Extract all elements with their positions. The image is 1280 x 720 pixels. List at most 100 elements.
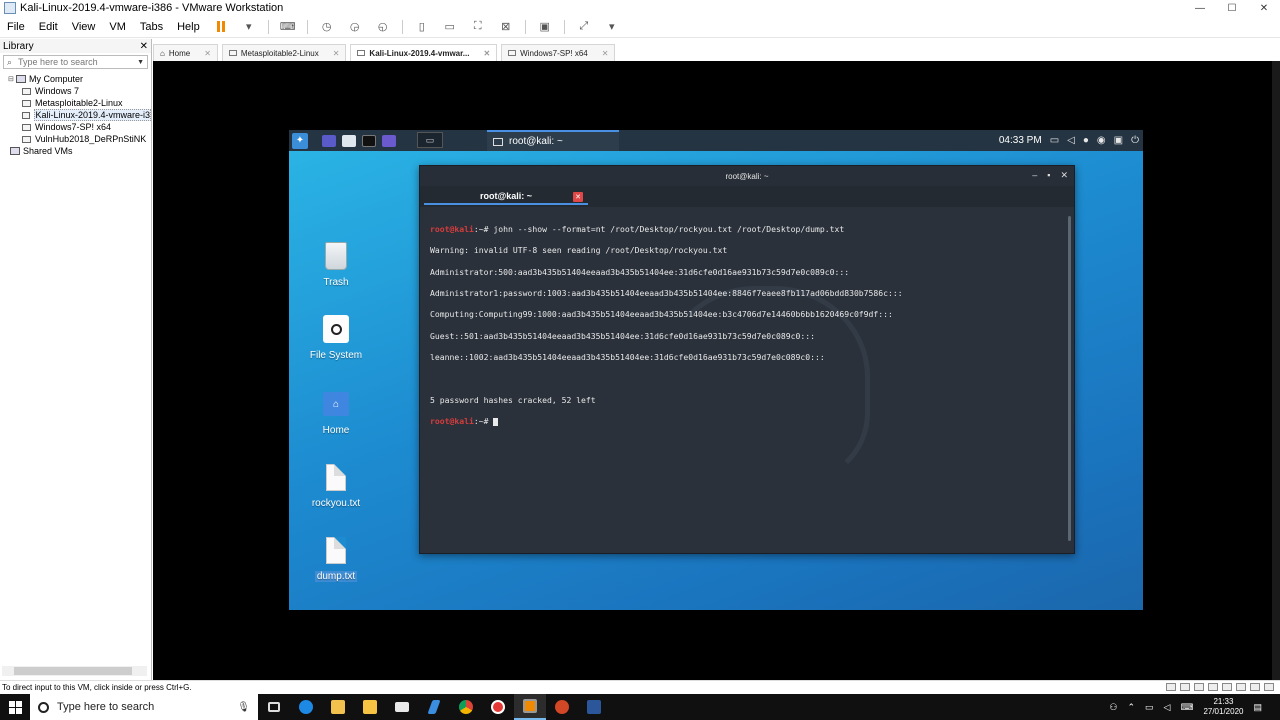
start-button[interactable] <box>0 694 30 720</box>
menu-view[interactable]: View <box>65 21 103 33</box>
keyboard-icon[interactable]: ⌨ <box>1180 702 1193 713</box>
volume-icon[interactable]: ◁ <box>1067 135 1075 146</box>
library-search-input[interactable]: ⌕ Type here to search ▼ <box>3 55 148 69</box>
show-library-icon[interactable]: ▯ <box>414 20 430 34</box>
power-icon[interactable]: ⏻ <box>1131 135 1139 146</box>
tree-item-vm[interactable]: VulnHub2018_DeRPnStiNK <box>0 133 151 145</box>
tree-item-my-computer[interactable]: ⊟ My Computer <box>0 73 151 85</box>
close-icon[interactable]: ✕ <box>1060 170 1068 181</box>
terminal-scrollbar[interactable] <box>1068 216 1071 541</box>
display-icon[interactable] <box>1250 683 1260 691</box>
tab-home[interactable]: ⌂ Home ✕ <box>153 44 218 61</box>
full-screen-icon[interactable]: ⛶ <box>470 20 486 34</box>
minimize-icon[interactable]: – <box>1032 170 1037 181</box>
tree-item-vm[interactable]: Metasploitable2-Linux <box>0 97 151 109</box>
pause-icon[interactable] <box>213 20 229 34</box>
kali-menu-icon[interactable]: ✦ <box>292 132 308 149</box>
close-tab-icon[interactable]: ✕ <box>573 192 583 202</box>
tree-item-vm[interactable]: Windows 7 <box>0 85 151 97</box>
message-icon[interactable] <box>1264 683 1274 691</box>
taskbar-feather-app[interactable] <box>418 694 450 720</box>
taskbar-clock[interactable]: 21:33 27/01/2020 <box>1203 697 1243 717</box>
close-icon[interactable]: ✕ <box>204 49 211 58</box>
taskbar-search-input[interactable]: Type here to search 🎙 <box>30 694 258 720</box>
terminal-titlebar[interactable]: root@kali: ~ – ▪ ✕ <box>420 166 1074 186</box>
browser-icon[interactable] <box>382 134 396 147</box>
library-scrollbar[interactable] <box>2 666 147 676</box>
network-icon[interactable]: ▭ <box>1145 702 1154 713</box>
menu-help[interactable]: Help <box>170 21 207 33</box>
taskbar-store[interactable] <box>354 694 386 720</box>
close-icon[interactable]: ✕ <box>483 49 490 58</box>
taskbar-terminal-button[interactable]: root@kali: ~ <box>487 130 619 151</box>
people-icon[interactable]: ⚇ <box>1109 702 1117 713</box>
taskbar-chrome[interactable] <box>450 694 482 720</box>
desktop-file-system[interactable]: File System <box>303 313 369 361</box>
tree-item-vm[interactable]: Windows7-SP! x64 <box>0 121 151 133</box>
microphone-icon[interactable]: 🎙 <box>237 702 250 713</box>
maximize-button[interactable]: ☐ <box>1216 0 1248 16</box>
taskbar-word[interactable] <box>578 694 610 720</box>
snapshot-icon[interactable]: ◷ <box>319 20 335 34</box>
taskbar-powerpoint[interactable] <box>546 694 578 720</box>
tab-kali-linux[interactable]: Kali-Linux-2019.4-vmwar... ✕ <box>350 44 498 61</box>
terminal-output[interactable]: root@kali:~# john --show --format=nt /ro… <box>430 213 1060 448</box>
desktop-home[interactable]: ⌂ Home <box>303 388 369 436</box>
chevron-up-icon[interactable]: ⌃ <box>1127 702 1135 713</box>
close-icon[interactable]: ✕ <box>333 49 340 58</box>
taskbar-recorder[interactable] <box>482 694 514 720</box>
taskbar-mail[interactable] <box>386 694 418 720</box>
send-keys-icon[interactable]: ⌨ <box>280 20 296 34</box>
notification-icon[interactable]: ▤ <box>1253 702 1262 713</box>
menu-file[interactable]: File <box>0 21 32 33</box>
volume-icon[interactable]: ◁ <box>1164 702 1171 713</box>
task-view-button[interactable] <box>258 694 290 720</box>
close-icon[interactable]: ✕ <box>140 41 148 52</box>
chevron-down-icon[interactable]: ▼ <box>137 59 144 66</box>
notification-bell-icon[interactable]: ● <box>1083 135 1089 146</box>
taskbar-edge[interactable] <box>290 694 322 720</box>
revert-snapshot-icon[interactable]: ◶ <box>347 20 363 34</box>
file-manager-icon[interactable] <box>342 134 356 147</box>
terminal-launcher-icon[interactable] <box>362 134 376 147</box>
tree-item-shared-vms[interactable]: Shared VMs <box>0 145 151 157</box>
panel-clock[interactable]: 04:33 PM <box>999 135 1042 146</box>
cd-drive-icon[interactable] <box>1180 683 1190 691</box>
taskbar-file-explorer[interactable] <box>322 694 354 720</box>
tab-metasploitable2[interactable]: Metasploitable2-Linux ✕ <box>221 44 347 61</box>
unity-icon[interactable]: ⊠ <box>498 20 514 34</box>
tree-item-vm-selected[interactable]: Kali-Linux-2019.4-vmware-i3 <box>0 109 151 121</box>
taskbar-vmware[interactable] <box>514 694 546 720</box>
network-adapter-icon[interactable] <box>1194 683 1204 691</box>
menu-tabs[interactable]: Tabs <box>133 21 170 33</box>
tab-windows7[interactable]: Windows7-SP! x64 ✕ <box>501 44 616 61</box>
menu-edit[interactable]: Edit <box>32 21 65 33</box>
hard-disk-icon[interactable] <box>1166 683 1176 691</box>
usb-icon[interactable] <box>1208 683 1218 691</box>
desktop-dump-file[interactable]: dump.txt <box>303 534 369 582</box>
minimize-button[interactable]: — <box>1184 0 1216 16</box>
console-view-icon[interactable]: ▣ <box>537 20 553 34</box>
workspace-icon[interactable]: ▭ <box>417 132 443 148</box>
network-icon[interactable]: ◉ <box>1097 135 1106 146</box>
vm-scrollbar[interactable] <box>1272 61 1280 680</box>
desktop-rockyou-file[interactable]: rockyou.txt <box>303 461 369 509</box>
maximize-icon[interactable]: ▪ <box>1047 170 1050 181</box>
desktop-trash[interactable]: Trash <box>303 240 369 288</box>
close-icon[interactable]: ✕ <box>602 49 609 58</box>
launcher-icon[interactable] <box>322 134 336 147</box>
terminal-window[interactable]: root@kali: ~ – ▪ ✕ root@kali: ~ ✕ root@k… <box>419 165 1075 554</box>
collapse-icon[interactable]: ⊟ <box>8 75 16 83</box>
chevron-down-icon[interactable]: ▾ <box>241 20 257 34</box>
terminal-tab[interactable]: root@kali: ~ <box>424 188 588 205</box>
close-window-button[interactable]: ✕ <box>1248 0 1280 16</box>
display-icon[interactable]: ▭ <box>1050 135 1059 146</box>
chevron-down-icon[interactable]: ▾ <box>604 20 620 34</box>
thumbnail-bar-icon[interactable]: ▭ <box>442 20 458 34</box>
lock-icon[interactable]: ▣ <box>1114 135 1123 146</box>
printer-icon[interactable] <box>1236 683 1246 691</box>
sound-card-icon[interactable] <box>1222 683 1232 691</box>
stretch-guest-icon[interactable]: ⤢ <box>576 20 592 34</box>
menu-vm[interactable]: VM <box>102 21 133 33</box>
snapshot-manager-icon[interactable]: ◵ <box>375 20 391 34</box>
